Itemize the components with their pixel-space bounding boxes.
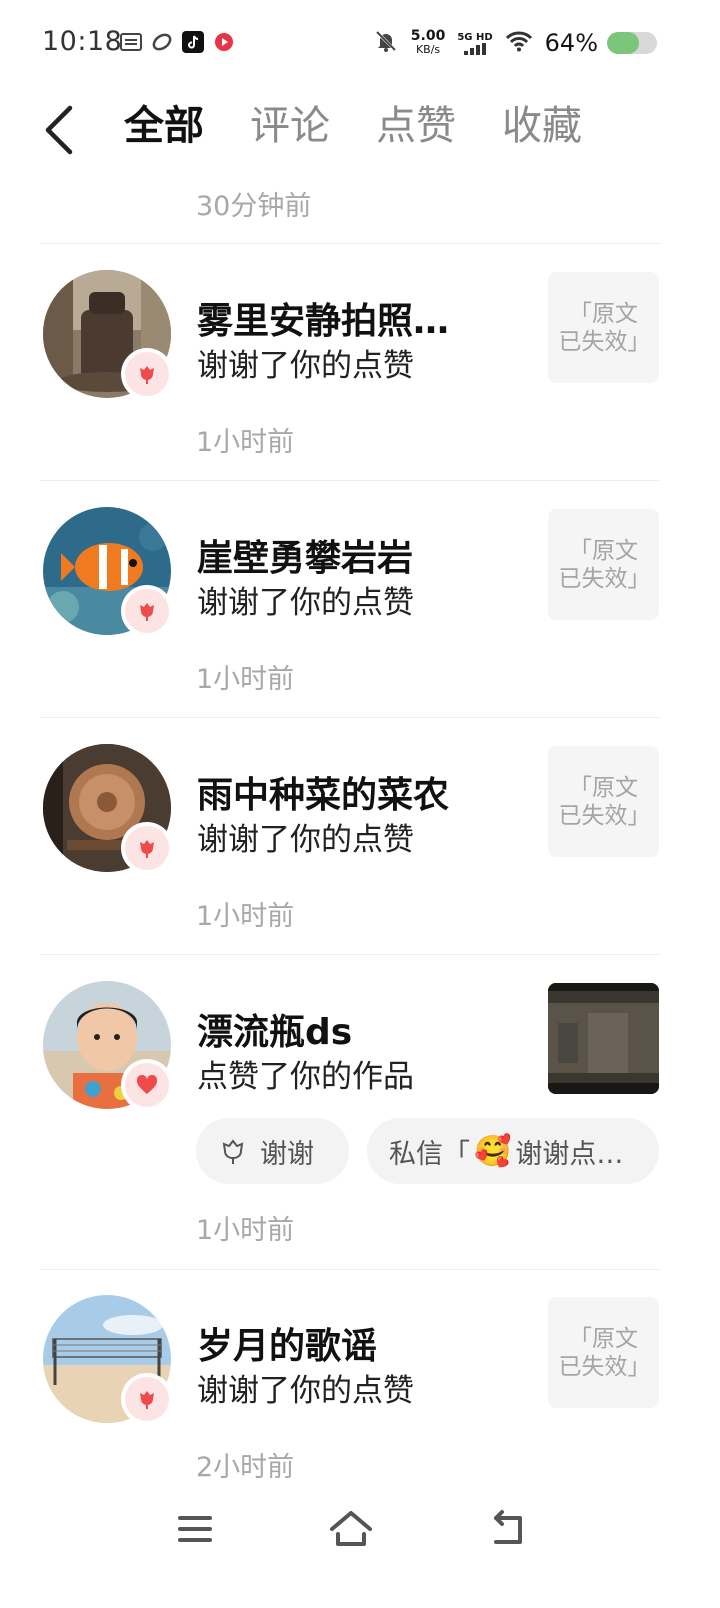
tiktok-app-icon <box>182 31 204 53</box>
tab-likes[interactable]: 点赞 <box>376 98 456 154</box>
home-icon <box>330 1511 372 1546</box>
return-icon <box>494 1510 522 1544</box>
notification-text: 谢谢了你的点赞 <box>197 585 414 621</box>
post-thumbnail[interactable]: 「原文已失效」 <box>548 272 659 383</box>
status-bar: 10:18 5.00 KB/s 5G HD 64% <box>0 0 720 88</box>
user-name[interactable]: 雨中种菜的菜农 <box>197 766 449 818</box>
signal-strength-icon: 5G HD <box>457 32 493 55</box>
expired-label: 「原文已失效」 <box>558 1325 651 1380</box>
wifi-icon <box>505 30 533 56</box>
divider <box>40 1269 660 1270</box>
tab-all[interactable]: 全部 <box>124 98 204 154</box>
thanks-button[interactable]: 谢谢 <box>196 1118 349 1184</box>
battery-icon <box>607 32 657 54</box>
thanks-label: 谢谢 <box>260 1138 314 1170</box>
divider <box>40 480 660 481</box>
divider <box>40 243 660 244</box>
like-badge <box>121 1059 173 1111</box>
notification-icons <box>120 31 235 53</box>
back-button[interactable] <box>40 102 80 158</box>
system-navigation-bar <box>0 1490 720 1570</box>
item-time: 2小时前 <box>196 1452 295 1483</box>
item-time: 1小时前 <box>196 1215 295 1246</box>
notification-text: 谢谢了你的点赞 <box>197 1373 414 1409</box>
battery-percent: 64% <box>544 29 598 57</box>
expired-label: 「原文已失效」 <box>558 300 651 355</box>
thanks-flower-icon <box>140 603 154 621</box>
battery-fill <box>607 32 639 54</box>
chevron-left-icon <box>45 105 73 155</box>
thanks-flower-icon <box>140 366 154 384</box>
top-nav: 全部 评论 点赞 收藏 <box>0 90 720 170</box>
notification-text: 点赞了你的作品 <box>197 1059 414 1095</box>
menu-button[interactable] <box>170 1504 220 1554</box>
status-time: 10:18 <box>42 26 123 57</box>
home-button[interactable] <box>326 1504 376 1554</box>
video-thumbnail-image <box>548 983 659 1094</box>
user-name[interactable]: 雾里安静拍照… <box>197 292 449 344</box>
user-name[interactable]: 崖壁勇攀岩岩 <box>197 529 413 581</box>
item-time: 1小时前 <box>196 664 295 695</box>
heart-icon <box>136 1074 158 1094</box>
post-thumbnail[interactable]: 「原文已失效」 <box>548 509 659 620</box>
avatar[interactable] <box>43 744 173 874</box>
divider <box>40 717 660 718</box>
status-right: 5.00 KB/s 5G HD 64% <box>373 28 598 58</box>
avatar[interactable] <box>43 507 173 637</box>
like-badge <box>121 822 173 874</box>
user-name[interactable]: 岁月的歌谣 <box>197 1317 377 1369</box>
tab-bar: 全部 评论 点赞 收藏 <box>124 98 582 154</box>
quick-message-button[interactable]: 私信「 🥰 谢谢点… <box>367 1118 659 1184</box>
thanks-flower-icon <box>140 840 154 858</box>
back-nav-button[interactable] <box>484 1504 534 1554</box>
notification-text: 谢谢了你的点赞 <box>197 348 414 384</box>
thanks-flower-icon <box>140 1391 154 1409</box>
avatar[interactable] <box>43 1295 173 1425</box>
expired-label: 「原文已失效」 <box>558 774 651 829</box>
expired-label: 「原文已失效」 <box>558 537 651 592</box>
dm-text: 谢谢点… <box>515 1138 624 1170</box>
item-time: 1小时前 <box>196 427 295 458</box>
notification-text: 谢谢了你的点赞 <box>197 822 414 858</box>
video-app-icon <box>213 31 235 53</box>
mute-bell-icon <box>373 28 399 58</box>
item-time: 1小时前 <box>196 901 295 932</box>
menu-icon <box>178 1516 212 1542</box>
like-badge <box>121 585 173 637</box>
avatar[interactable] <box>43 981 173 1111</box>
like-badge <box>121 348 173 400</box>
post-thumbnail[interactable]: 「原文已失效」 <box>548 1297 659 1408</box>
thanks-flower-icon <box>222 1139 244 1164</box>
tab-favorites[interactable]: 收藏 <box>502 98 582 154</box>
divider <box>40 954 660 955</box>
network-speed: 5.00 KB/s <box>410 28 446 56</box>
avatar[interactable] <box>43 270 173 400</box>
dm-prefix: 私信「 <box>389 1138 470 1170</box>
user-name[interactable]: 漂流瓶ds <box>197 1003 352 1055</box>
toutiao-app-icon <box>120 31 142 53</box>
tab-comments[interactable]: 评论 <box>250 98 330 154</box>
post-thumbnail[interactable]: 「原文已失效」 <box>548 746 659 857</box>
post-thumbnail[interactable] <box>548 983 659 1094</box>
item-time: 30分钟前 <box>196 191 312 222</box>
hug-emoji-icon: 🥰 <box>474 1133 512 1169</box>
like-badge <box>121 1373 173 1425</box>
loop-app-icon <box>151 31 173 53</box>
